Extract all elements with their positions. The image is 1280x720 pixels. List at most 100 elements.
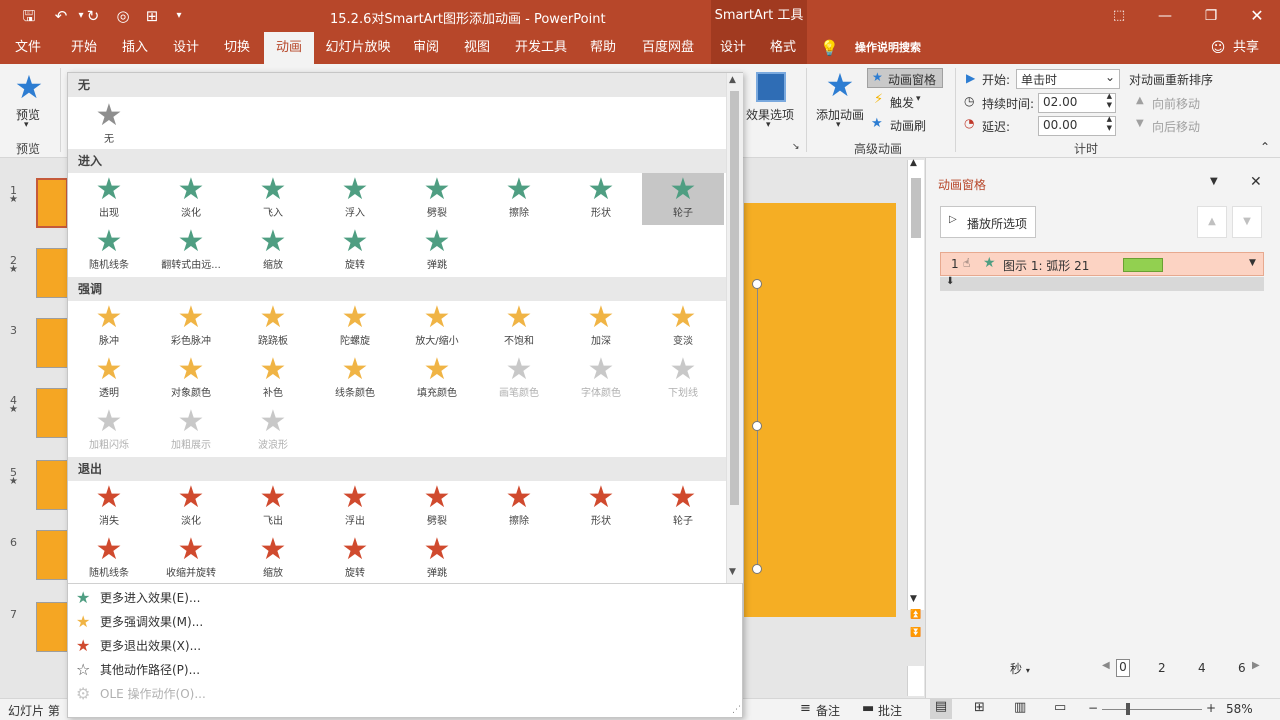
entrance-effect[interactable]: ★ 飞入 [232, 173, 314, 225]
tab-design[interactable]: 设计 [164, 32, 208, 64]
exit-effect[interactable]: ★ 形状 [560, 481, 642, 533]
zoom-in-icon[interactable]: + [1206, 701, 1216, 715]
delay-input[interactable]: 00.00 ▲ ▼ [1038, 115, 1116, 136]
ole-action-verbs[interactable]: ⚙ OLE 操作动作(O)... [68, 682, 728, 706]
tab-animations[interactable]: 动画 [264, 32, 314, 64]
more-motion-paths[interactable]: ☆ 其他动作路径(P)... [68, 658, 728, 682]
emphasis-effect[interactable]: ★ 不饱和 [478, 301, 560, 353]
tab-slideshow[interactable]: 幻灯片放映 [320, 32, 396, 64]
slide-thumbnail[interactable] [36, 178, 68, 228]
undo-icon[interactable]: ↶ [50, 6, 72, 26]
tell-me-search[interactable]: 操作说明搜索 [848, 32, 928, 64]
previous-slide-icon[interactable]: ⏫ [910, 610, 921, 620]
more-emphasis-effects[interactable]: ★ 更多强调效果(M)... [68, 610, 728, 634]
move-later-button[interactable]: 向后移动 [1152, 118, 1200, 135]
notes-button[interactable]: 备注 [816, 702, 840, 719]
slide-canvas[interactable] [744, 203, 896, 617]
scroll-down-icon[interactable]: ▼ [729, 567, 736, 577]
entrance-effect[interactable]: ★ 随机线条 [68, 225, 150, 277]
scroll-thumb[interactable] [730, 91, 739, 505]
emphasis-effect[interactable]: ★ 陀螺旋 [314, 301, 396, 353]
emphasis-effect[interactable]: ★ 彩色脉冲 [150, 301, 232, 353]
tab-transitions[interactable]: 切换 [215, 32, 259, 64]
scroll-thumb[interactable] [911, 178, 921, 238]
scroll-down-icon[interactable]: ▼ [910, 594, 917, 604]
slideshow-icon[interactable]: ▭ [1054, 700, 1066, 715]
ruler-right-icon[interactable]: ▶ [1252, 660, 1260, 671]
animation-painter-button[interactable]: 动画刷 [890, 117, 926, 134]
exit-effect[interactable]: ★ 弹跳 [396, 533, 478, 585]
start-select[interactable]: 单击时 ⌄ [1016, 69, 1120, 89]
expand-row[interactable]: ⬇ [940, 276, 1264, 291]
entrance-effect[interactable]: ★ 旋转 [314, 225, 396, 277]
share-button[interactable]: 共享 [1228, 32, 1264, 64]
effect-options-dropdown-icon[interactable]: ▾ [766, 120, 771, 130]
entrance-effect[interactable]: ★ 翻转式由远... [150, 225, 232, 277]
zoom-level[interactable]: 58% [1226, 702, 1253, 716]
zoom-slider[interactable] [1102, 709, 1202, 710]
tab-baidu-netdisk[interactable]: 百度网盘 [636, 32, 700, 64]
gallery-scrollbar[interactable]: ▲ ▼ [726, 73, 743, 583]
normal-view-icon[interactable]: ▤ [930, 699, 952, 719]
tab-format[interactable]: 格式 [761, 32, 805, 64]
exit-effect[interactable]: ★ 淡化 [150, 481, 232, 533]
slide-thumbnail[interactable] [36, 248, 68, 298]
effect-none[interactable]: ★ 无 [68, 99, 150, 151]
exit-effect[interactable]: ★ 收缩并旋转 [150, 533, 232, 585]
move-earlier-button[interactable]: 向前移动 [1152, 95, 1200, 112]
ribbon-display-icon[interactable]: ⬚ [1096, 0, 1142, 32]
move-up-icon[interactable]: ▲ [1197, 206, 1227, 238]
exit-effect[interactable]: ★ 劈裂 [396, 481, 478, 533]
emphasis-effect[interactable]: ★ 加粗展示 [150, 405, 232, 457]
pane-options-icon[interactable]: ▼ [1210, 176, 1218, 187]
entrance-effect[interactable]: ★ 擦除 [478, 173, 560, 225]
slide-thumbnail[interactable] [36, 530, 68, 580]
screenshot-icon[interactable]: ⊞ [141, 6, 163, 26]
slide-sorter-icon[interactable]: ⊞ [974, 700, 985, 715]
add-animation-star-icon[interactable]: ★ [822, 68, 858, 102]
entrance-effect[interactable]: ★ 轮子 [642, 173, 724, 225]
slide-thumbnail[interactable] [36, 460, 68, 510]
entrance-effect[interactable]: ★ 浮入 [314, 173, 396, 225]
emphasis-effect[interactable]: ★ 透明 [68, 353, 150, 405]
tab-file[interactable]: 文件 [6, 32, 50, 64]
exit-effect[interactable]: ★ 轮子 [642, 481, 724, 533]
emphasis-effect[interactable]: ★ 线条颜色 [314, 353, 396, 405]
tab-review[interactable]: 审阅 [404, 32, 448, 64]
close-pane-icon[interactable]: ✕ [1250, 174, 1262, 190]
notes-scrollbar[interactable] [907, 666, 924, 696]
emphasis-effect[interactable]: ★ 放大/缩小 [396, 301, 478, 353]
restore-icon[interactable]: ❐ [1188, 0, 1234, 32]
emphasis-effect[interactable]: ★ 下划线 [642, 353, 724, 405]
add-animation-dropdown-icon[interactable]: ▾ [836, 120, 841, 130]
slide-thumbnail[interactable] [36, 388, 68, 438]
tab-smartart-design[interactable]: 设计 [711, 32, 755, 64]
emphasis-effect[interactable]: ★ 加粗闪烁 [68, 405, 150, 457]
entrance-effect[interactable]: ★ 缩放 [232, 225, 314, 277]
present-icon[interactable]: ◎ [112, 6, 134, 26]
minimize-icon[interactable]: — [1142, 0, 1188, 32]
spin-icon[interactable]: ▲ ▼ [1107, 92, 1112, 110]
emphasis-effect[interactable]: ★ 跷跷板 [232, 301, 314, 353]
animation-pane-button[interactable]: ★ 动画窗格 [867, 68, 943, 88]
save-icon[interactable]: 🖫 [18, 6, 40, 26]
reading-view-icon[interactable]: ▥ [1014, 700, 1026, 715]
spin-icon[interactable]: ▲ ▼ [1107, 115, 1112, 133]
emphasis-effect[interactable]: ★ 填充颜色 [396, 353, 478, 405]
scroll-up-icon[interactable]: ▲ [910, 158, 917, 168]
duration-input[interactable]: 02.00 ▲ ▼ [1038, 92, 1116, 113]
resize-handle[interactable] [752, 279, 762, 289]
entrance-effect[interactable]: ★ 形状 [560, 173, 642, 225]
ruler-left-icon[interactable]: ◀ [1102, 660, 1110, 671]
customize-qat-icon[interactable]: ▾ [168, 6, 190, 26]
entrance-effect[interactable]: ★ 出现 [68, 173, 150, 225]
exit-effect[interactable]: ★ 消失 [68, 481, 150, 533]
exit-effect[interactable]: ★ 浮出 [314, 481, 396, 533]
entrance-effect[interactable]: ★ 淡化 [150, 173, 232, 225]
emphasis-effect[interactable]: ★ 对象颜色 [150, 353, 232, 405]
zoom-out-icon[interactable]: − [1088, 701, 1098, 715]
zoom-slider-thumb[interactable] [1126, 703, 1130, 715]
slide-thumbnail[interactable] [36, 318, 68, 368]
emphasis-effect[interactable]: ★ 补色 [232, 353, 314, 405]
exit-effect[interactable]: ★ 擦除 [478, 481, 560, 533]
